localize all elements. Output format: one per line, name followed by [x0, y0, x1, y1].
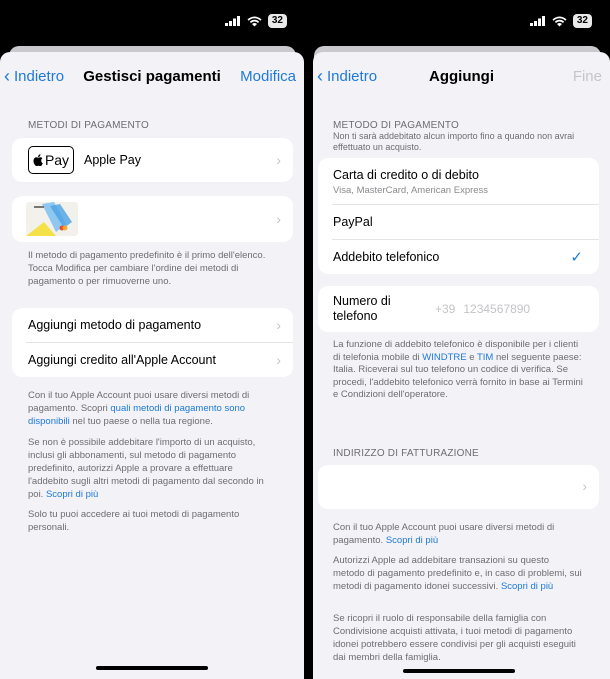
info-text: nel tuo paese o nella tua regione.	[69, 416, 213, 427]
learn-more-link[interactable]: Scopri di più	[501, 581, 553, 592]
right-screen: 32 ‹ Indietro Aggiungi Fine METODO DI PA…	[305, 0, 610, 679]
add-payment-method-button[interactable]: Aggiungi metodo di pagamento ›	[12, 308, 293, 342]
note-text: e	[466, 351, 477, 363]
chevron-right-icon: ›	[582, 478, 587, 494]
paypal-option[interactable]: PayPal	[318, 205, 599, 239]
billing-address-title: INDIRIZZO DI FATTURAZIONE	[333, 448, 479, 459]
add-credit-button[interactable]: Aggiungi credito all'Apple Account ›	[12, 343, 293, 377]
default-method-note: Il metodo di pagamento predefinito è il …	[28, 250, 266, 287]
add-credit-label: Aggiungi credito all'Apple Account	[28, 353, 216, 367]
edit-button[interactable]: Modifica	[240, 68, 296, 85]
phone-number-field[interactable]: +39 1234567890	[435, 302, 530, 316]
apple-pay-logo: Pay	[28, 146, 74, 174]
navigation-bar: ‹ Indietro Aggiungi Fine	[313, 52, 610, 102]
section-title: METODI DI PAGAMENTO	[28, 120, 150, 131]
done-button[interactable]: Fine	[573, 68, 602, 85]
learn-more-link[interactable]: Scopri di più	[386, 535, 438, 546]
phone-number-label: Numero di telefono	[333, 294, 391, 323]
info-privacy: Solo tu puoi accedere ai tuoi metodi di …	[28, 509, 240, 533]
add-payment-method-label: Aggiungi metodo di pagamento	[28, 318, 202, 332]
payment-methods-card: Carta di credito o di debito Visa, Maste…	[318, 158, 599, 274]
tim-link[interactable]: TIM	[477, 352, 493, 363]
windtre-link[interactable]: WINDTRE	[422, 352, 466, 363]
apple-pay-label: Apple Pay	[84, 153, 141, 167]
billing-address-row[interactable]: ›	[318, 465, 599, 509]
credit-card-option[interactable]: Carta di credito o di debito Visa, Maste…	[318, 158, 599, 204]
actions-card: Aggiungi metodo di pagamento › Aggiungi …	[12, 308, 293, 377]
chevron-right-icon: ›	[276, 211, 281, 227]
cellular-signal-icon	[529, 16, 545, 26]
home-indicator	[403, 669, 515, 673]
info-family-sharing: Se ricopri il ruolo di responsabile dell…	[333, 613, 576, 663]
paypal-label: PayPal	[333, 215, 373, 229]
wifi-icon	[247, 16, 262, 26]
checkmark-icon: ✓	[570, 249, 583, 266]
apple-pay-logo-text: Pay	[44, 152, 70, 168]
chevron-right-icon: ›	[276, 352, 281, 368]
phone-number-input[interactable]: 1234567890	[463, 302, 530, 316]
credit-card-title: Carta di credito o di debito	[333, 168, 479, 182]
info-text: Con il tuo Apple Account puoi usare dive…	[333, 522, 555, 546]
battery-icon: 32	[267, 14, 287, 28]
status-bar: 32	[0, 0, 305, 46]
battery-icon: 32	[572, 14, 592, 28]
apple-logo-icon	[33, 154, 43, 166]
info-authorize-charges: Autorizzi Apple ad addebitare transazion…	[333, 554, 583, 593]
navigation-bar: ‹ Indietro Gestisci pagamenti Modifica	[0, 52, 304, 102]
page-title: Aggiungi	[429, 68, 494, 85]
phone-billing-label: Addebito telefonico	[333, 250, 440, 264]
info-charge-attempts: Se non è possibile addebitare l'importo …	[28, 436, 273, 501]
info-multiple-methods: Con il tuo Apple Account puoi usare dive…	[333, 521, 583, 547]
manage-payments-sheet: ‹ Indietro Gestisci pagamenti Modifica M…	[0, 52, 304, 679]
home-indicator	[96, 666, 208, 670]
status-bar: 32	[305, 0, 610, 46]
left-screen: 32 ‹ Indietro Gestisci pagamenti Modific…	[0, 0, 305, 679]
section-subtitle: Non ti sarà addebitato alcun importo fin…	[333, 131, 575, 152]
section-title: METODO DI PAGAMENTO	[333, 120, 460, 131]
phone-billing-note: La funzione di addebito telefonico è dis…	[333, 339, 583, 402]
apple-pay-row[interactable]: Pay Apple Pay ›	[12, 138, 293, 182]
phone-number-card: Numero di telefono +39 1234567890	[318, 286, 599, 332]
info-available-methods: Con il tuo Apple Account puoi usare dive…	[28, 389, 273, 428]
wifi-icon	[552, 16, 567, 26]
add-payment-sheet: ‹ Indietro Aggiungi Fine METODO DI PAGAM…	[313, 52, 610, 679]
phone-billing-option[interactable]: Addebito telefonico ✓	[318, 240, 599, 274]
chevron-right-icon: ›	[276, 317, 281, 333]
cellular-signal-icon	[224, 16, 240, 26]
credit-card-subtitle: Visa, MasterCard, American Express	[333, 185, 489, 196]
chevron-right-icon: ›	[276, 152, 281, 168]
learn-more-link[interactable]: Scopri di più	[46, 489, 98, 500]
phone-prefix: +39	[435, 302, 456, 316]
payment-card-image	[26, 202, 78, 236]
payment-card-row[interactable]: ›	[12, 196, 293, 242]
